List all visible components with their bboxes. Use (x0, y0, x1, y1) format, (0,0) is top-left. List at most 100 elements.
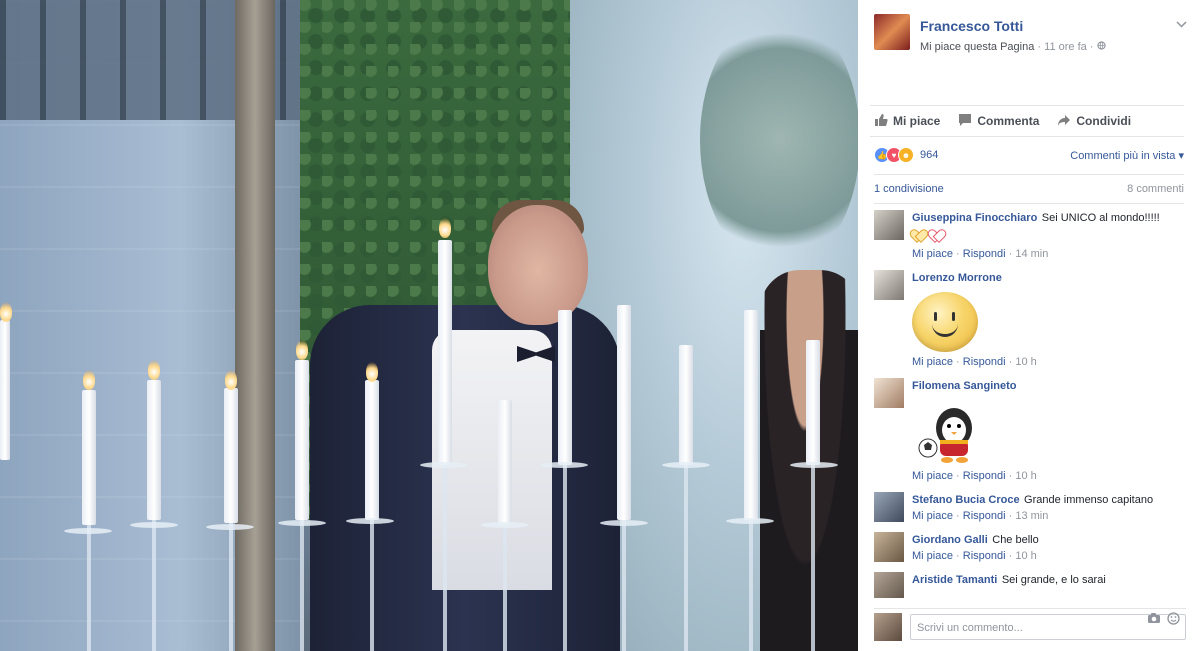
globe-icon (1096, 41, 1106, 53)
candle-stand (811, 465, 815, 651)
comment-reply-link[interactable]: Rispondi (963, 550, 1006, 562)
share-button[interactable]: Condividi (1057, 113, 1131, 130)
smiley-eye (952, 312, 955, 321)
current-user-avatar (874, 613, 902, 641)
haha-reaction-icon[interactable]: ☻ (898, 147, 914, 163)
comment-reply-link[interactable]: Rispondi (963, 356, 1006, 368)
comment-like-link[interactable]: Mi piace (912, 248, 953, 260)
comment-reply-link[interactable]: Rispondi (963, 248, 1006, 260)
comment-text: Che bello (992, 534, 1039, 546)
candle-base (726, 518, 774, 524)
heart-emojis (912, 228, 944, 246)
like-page-link[interactable]: Mi piace questa Pagina (920, 41, 1034, 53)
comment-item: Aristide Tamanti Sei grande, e lo sarai (874, 570, 1184, 598)
candle-stand (503, 525, 507, 651)
comment-like-link[interactable]: Mi piace (912, 470, 953, 482)
commenter-avatar[interactable] (874, 492, 904, 522)
candle-stand (684, 465, 688, 651)
candle-stand (443, 465, 447, 651)
smiley-mouth (932, 322, 958, 337)
candle-stand (749, 520, 753, 651)
yellow-heart-icon (912, 230, 924, 241)
page-name[interactable]: Francesco Totti (920, 18, 1023, 34)
camera-icon[interactable] (1147, 612, 1161, 628)
comment-reply-link[interactable]: Rispondi (963, 470, 1006, 482)
candle (806, 340, 820, 465)
commenter-avatar[interactable] (874, 210, 904, 240)
commenter-name[interactable]: Lorenzo Morrone (912, 272, 1002, 284)
like-button[interactable]: Mi piace (874, 113, 940, 130)
candle (365, 380, 379, 520)
comments-list: Giuseppina Finocchiaro Sei UNICO al mond… (874, 208, 1184, 598)
post-header: Francesco Totti Mi piace questa Pagina ·… (874, 14, 1188, 64)
comment-time[interactable]: 14 min (1015, 248, 1048, 260)
pink-heart-icon (930, 230, 942, 241)
comment-item: Giordano Galli Che bello Mi piace · Risp… (874, 530, 1184, 562)
commenter-avatar[interactable] (874, 532, 904, 562)
commenter-avatar[interactable] (874, 378, 904, 408)
commenter-avatar[interactable] (874, 572, 904, 598)
comment-item: Lorenzo Morrone Mi piace · Rispondi · 10… (874, 268, 1184, 368)
commenter-name[interactable]: Filomena Sangineto (912, 380, 1017, 392)
candle-stand (152, 520, 156, 651)
comment-time[interactable]: 10 h (1015, 550, 1036, 562)
comment-like-link[interactable]: Mi piace (912, 510, 953, 522)
candle-base (790, 462, 838, 468)
candle-stand (622, 520, 626, 651)
meta-separator: · (1037, 41, 1042, 53)
comment-time[interactable]: 13 min (1015, 510, 1048, 522)
comment-time[interactable]: 10 h (1015, 470, 1036, 482)
commenter-name[interactable]: Stefano Bucia Croce (912, 494, 1020, 506)
penguin-football-sticker (914, 398, 984, 468)
comment-text: Sei grande, e lo sarai (1001, 574, 1106, 586)
candle-flame (366, 362, 378, 382)
composer-icons (1147, 612, 1180, 628)
candle-base (481, 522, 529, 528)
emoji-icon[interactable] (1167, 612, 1180, 628)
comment-like-link[interactable]: Mi piace (912, 356, 953, 368)
candle-stand (229, 523, 233, 651)
candle-base (130, 522, 178, 528)
comment-meta: Mi piace · Rispondi · 13 min (912, 510, 1049, 522)
page-avatar[interactable] (874, 14, 910, 50)
commenter-name[interactable]: Giordano Galli (912, 534, 988, 546)
comment-input[interactable]: Scrivi un commento... (910, 614, 1186, 640)
candle (438, 240, 452, 465)
chevron-down-icon[interactable] (1174, 18, 1188, 32)
candle-base (278, 520, 326, 526)
post-photo[interactable] (0, 0, 858, 651)
comment-meta: Mi piace · Rispondi · 14 min (912, 248, 1049, 260)
share-arrow-icon (1057, 113, 1071, 130)
reactions-count[interactable]: 964 (920, 149, 938, 161)
comment-time[interactable]: 10 h (1015, 356, 1036, 368)
smiley-sticker (912, 292, 978, 352)
photo-tree (700, 10, 858, 270)
post-time[interactable]: 11 ore fa (1044, 41, 1087, 53)
comment-like-link[interactable]: Mi piace (912, 550, 953, 562)
candle-stand (370, 520, 374, 651)
comment-button[interactable]: Commenta (958, 113, 1039, 130)
candle-base (64, 528, 112, 534)
candle-flame (0, 302, 12, 322)
comment-reply-link[interactable]: Rispondi (963, 510, 1006, 522)
comment-item: Giuseppina Finocchiaro Sei UNICO al mond… (874, 208, 1184, 260)
shares-count[interactable]: 1 condivisione (874, 183, 944, 195)
comments-count[interactable]: 8 commenti (1127, 183, 1184, 195)
candle (224, 388, 238, 523)
candle (558, 310, 572, 465)
photo-pillar (235, 0, 275, 651)
comment-meta: Mi piace · Rispondi · 10 h (912, 470, 1037, 482)
comment-button-label: Commenta (977, 114, 1040, 128)
commenter-name[interactable]: Giuseppina Finocchiaro (912, 212, 1037, 224)
comment-sort-dropdown[interactable]: Commenti più in vista ▾ (1070, 149, 1184, 162)
commenter-avatar[interactable] (874, 270, 904, 300)
candle (82, 390, 96, 525)
candle (617, 305, 631, 520)
meta-separator: · (1089, 41, 1094, 53)
post-stats: 1 condivisione 8 commenti (874, 174, 1184, 204)
candle-flame (148, 360, 160, 380)
commenter-name[interactable]: Aristide Tamanti (912, 574, 997, 586)
candle (295, 360, 309, 520)
post-meta: Mi piace questa Pagina · 11 ore fa · (920, 41, 1106, 53)
caret-down-icon: ▾ (1178, 149, 1184, 162)
